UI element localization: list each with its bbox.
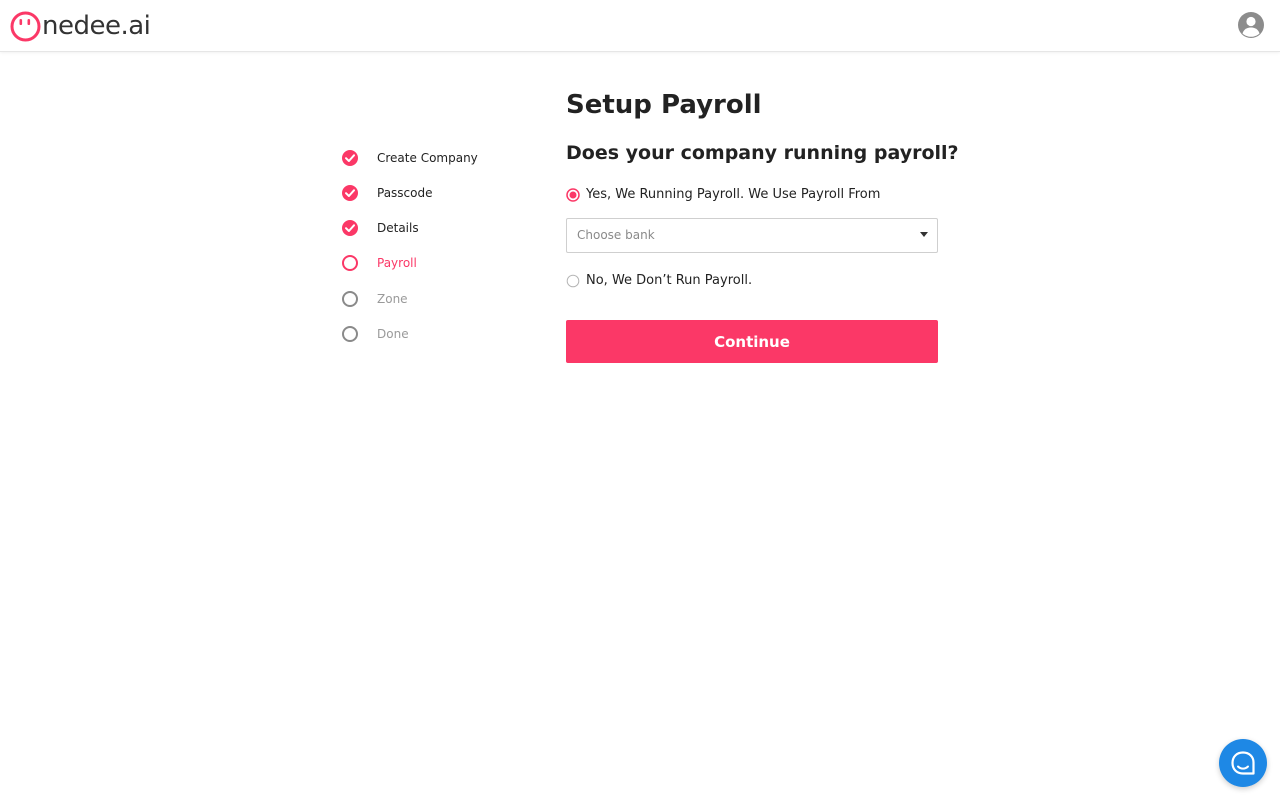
step-label: Payroll	[377, 256, 417, 270]
payroll-question: Does your company running payroll?	[566, 142, 959, 164]
logo[interactable]: nedee.ai	[10, 9, 151, 43]
bank-select[interactable]: Choose bank	[566, 218, 938, 253]
check-circle-icon	[342, 185, 358, 201]
step-details[interactable]: Details	[341, 218, 541, 238]
step-label: Passcode	[377, 186, 433, 200]
radio-option-no[interactable]: No, We Don’t Run Payroll.	[566, 272, 752, 290]
continue-button[interactable]: Continue	[566, 320, 938, 363]
step-zone[interactable]: Zone	[341, 289, 541, 309]
top-bar: nedee.ai	[0, 0, 1280, 52]
step-label: Done	[377, 327, 409, 341]
logo-face-icon	[10, 11, 41, 41]
chat-bubble-icon	[1231, 751, 1255, 775]
radio-unchecked-icon[interactable]	[566, 274, 580, 288]
caret-down-icon	[920, 232, 928, 237]
check-circle-icon	[342, 220, 358, 236]
step-label: Zone	[377, 292, 408, 306]
user-circle-icon[interactable]	[1237, 11, 1265, 39]
radio-option-yes-label: Yes, We Running Payroll. We Use Payroll …	[586, 187, 881, 202]
check-circle-icon	[342, 150, 358, 166]
step-done[interactable]: Done	[341, 324, 541, 344]
radio-option-yes[interactable]: Yes, We Running Payroll. We Use Payroll …	[566, 186, 880, 204]
step-create-company[interactable]: Create Company	[341, 148, 541, 168]
circle-outline-icon	[342, 291, 358, 307]
step-label: Details	[377, 221, 419, 235]
radio-checked-icon[interactable]	[566, 188, 580, 202]
bank-select-placeholder: Choose bank	[577, 228, 655, 242]
page-title: Setup Payroll	[566, 90, 762, 120]
radio-option-no-label: No, We Don’t Run Payroll.	[586, 273, 753, 288]
chat-widget-button[interactable]	[1219, 739, 1267, 787]
circle-outline-icon	[342, 255, 358, 271]
logo-text: nedee.ai	[42, 11, 151, 41]
circle-outline-icon	[342, 326, 358, 342]
step-label: Create Company	[377, 151, 478, 165]
step-payroll[interactable]: Payroll	[341, 253, 541, 273]
step-passcode[interactable]: Passcode	[341, 183, 541, 203]
